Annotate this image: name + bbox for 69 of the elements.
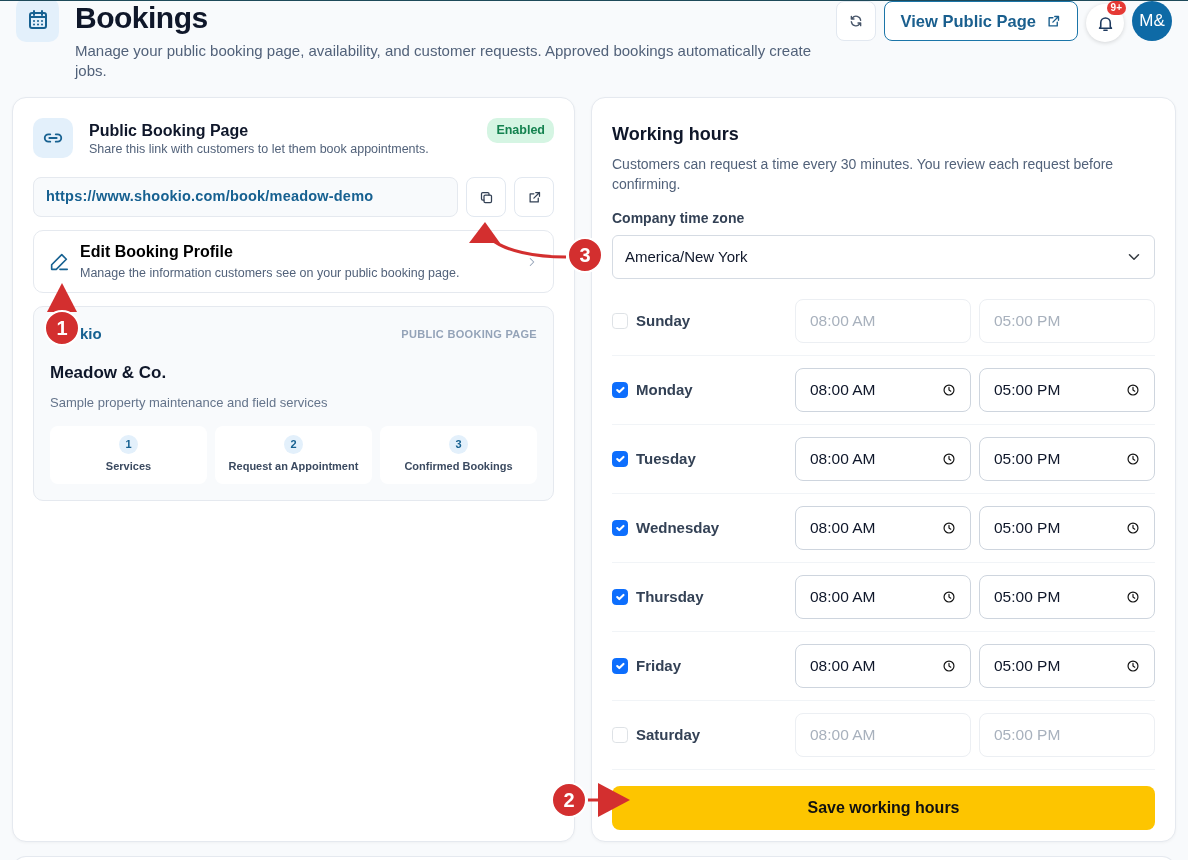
time-field[interactable]: 05:00 PM	[979, 644, 1155, 688]
copy-button[interactable]	[466, 177, 506, 217]
clock-icon	[1126, 521, 1140, 535]
timezone-select[interactable]: America/New York	[612, 235, 1155, 279]
time-field[interactable]: 08:00 AM	[795, 368, 971, 412]
day-label: Sunday	[636, 310, 691, 331]
clock-icon	[942, 590, 956, 604]
day-checkbox[interactable]	[612, 520, 628, 536]
clock-icon	[1126, 383, 1140, 397]
external-link-icon	[1046, 13, 1061, 29]
day-checkbox[interactable]	[612, 589, 628, 605]
section-description: Customers can request a time every 30 minutes. You review each request before confirming.	[612, 155, 1115, 194]
booking-url-field[interactable]: https://www.shookio.com/book/meadow-demo	[33, 177, 458, 217]
save-button[interactable]: Save working hours	[612, 786, 1155, 830]
time-field[interactable]: 05:00 PM	[979, 575, 1155, 619]
logo-text: kio	[80, 324, 102, 344]
preview-label: PUBLIC BOOKING PAGE	[401, 327, 537, 342]
time-field[interactable]: 08:00 AM	[795, 644, 971, 688]
time-field[interactable]: 05:00 PM	[979, 506, 1155, 550]
open-link-button[interactable]	[514, 177, 554, 217]
step-label: Services	[105, 458, 152, 474]
step-number: 2	[284, 434, 303, 454]
user-avatar[interactable]: M&	[1132, 1, 1172, 41]
edit-profile-button[interactable]: Edit Booking Profile Manage the information customers see on your public booking page.	[33, 230, 554, 293]
day-label: Thursday	[636, 586, 704, 607]
company-tagline: Sample property maintenance and field services	[50, 394, 329, 412]
section-title: Working hours	[612, 123, 740, 146]
external-link-icon	[526, 189, 542, 205]
step-marker: 2	[551, 782, 587, 818]
time-field[interactable]: 08:00 AM	[795, 575, 971, 619]
clock-icon	[942, 383, 956, 397]
page-title: Bookings	[75, 1, 209, 35]
time-field[interactable]: 08:00 AM	[795, 506, 971, 550]
day-label: Monday	[636, 379, 693, 400]
notification-count: 9+	[1106, 1, 1126, 15]
day-label: Tuesday	[636, 448, 696, 469]
day-checkbox[interactable]	[612, 451, 628, 467]
card-description: Share this link with customers to let them book appointments.	[89, 141, 430, 157]
day-label: Wednesday	[636, 517, 720, 538]
step-label: Request an Appointment	[228, 458, 359, 474]
step-label: Confirmed Bookings	[404, 458, 513, 474]
time-field[interactable]: 08:00 AM	[795, 437, 971, 481]
step-number: 1	[119, 434, 138, 454]
time-field[interactable]: 05:00 PM	[979, 368, 1155, 412]
card-title: Public Booking Page	[89, 121, 250, 141]
timezone-label: Company time zone	[612, 209, 746, 228]
notifications-button[interactable]: 9+	[1086, 4, 1124, 42]
time-field[interactable]: 05:00 PM	[979, 437, 1155, 481]
clock-icon	[1126, 590, 1140, 604]
page-subtitle: Manage your public booking page, availability, and customer requests. Approved bookings automatically create jobs.	[75, 41, 812, 81]
clock-icon	[942, 659, 956, 673]
annotation-arrow	[588, 783, 630, 817]
status-badge: Enabled	[487, 118, 554, 143]
view-public-page-button[interactable]: View Public Page	[883, 1, 1078, 41]
edit-profile-title: Edit Booking Profile	[80, 242, 234, 262]
clock-icon	[942, 521, 956, 535]
clock-icon	[942, 452, 956, 466]
company-name: Meadow & Co.	[50, 361, 168, 384]
refresh-button[interactable]	[835, 1, 876, 41]
edit-profile-description: Manage the information customers see on your public booking page.	[80, 265, 461, 281]
day-checkbox[interactable]	[612, 658, 628, 674]
day-label: Saturday	[636, 724, 701, 745]
clock-icon	[1126, 452, 1140, 466]
day-label: Friday	[636, 655, 681, 676]
clock-icon	[1126, 659, 1140, 673]
step-number: 3	[449, 434, 468, 454]
annotation-arrow	[47, 283, 77, 312]
day-checkbox[interactable]	[612, 382, 628, 398]
copy-icon	[478, 189, 494, 205]
